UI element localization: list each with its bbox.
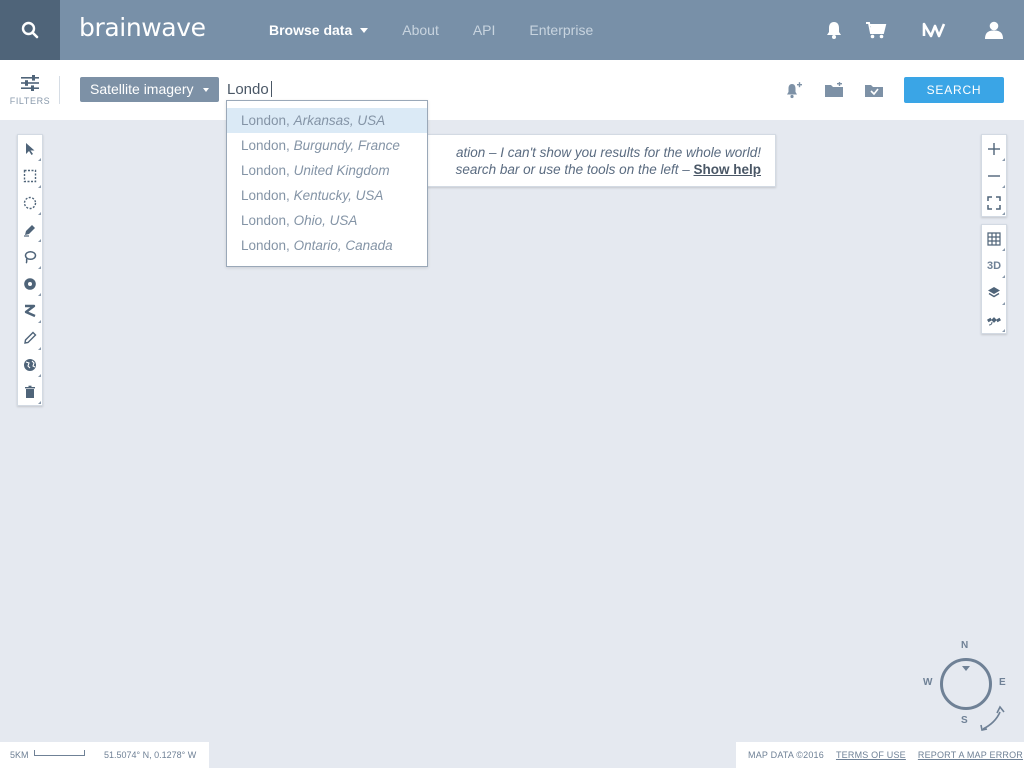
route-icon xyxy=(24,304,36,317)
lasso-icon xyxy=(24,250,37,264)
show-help-link[interactable]: Show help xyxy=(694,162,762,177)
satellite-icon xyxy=(987,316,1001,325)
grid-icon xyxy=(987,231,1001,246)
report-map-error-link[interactable]: REPORT A MAP ERROR xyxy=(918,750,1023,760)
tool-pen[interactable] xyxy=(18,216,42,243)
fullscreen-icon xyxy=(987,195,1001,210)
fullscreen-button[interactable] xyxy=(982,189,1006,216)
add-alert-icon xyxy=(787,82,802,99)
saved-searches-icon xyxy=(865,85,883,97)
autocomplete-option[interactable]: London, Kentucky, USA xyxy=(227,183,427,208)
imagery-type-select[interactable]: Satellite imagery xyxy=(80,77,219,102)
zoom-in-icon xyxy=(988,142,1000,155)
point-radius-icon xyxy=(24,277,36,290)
tool-rectangle-select[interactable] xyxy=(18,162,42,189)
map-legal: MAP DATA ©2016 TERMS OF USE REPORT A MAP… xyxy=(736,742,1024,768)
filters-label: FILTERS xyxy=(9,96,51,106)
cart-button[interactable] xyxy=(856,0,896,60)
tool-point-radius[interactable] xyxy=(18,270,42,297)
top-navigation: brainwave Browse data About API Enterpri… xyxy=(0,0,1024,60)
brand-mark-button[interactable] xyxy=(914,0,954,60)
add-alert-button[interactable] xyxy=(783,80,805,100)
grid-button[interactable] xyxy=(982,225,1006,252)
autocomplete-option[interactable]: London, United Kingdom xyxy=(227,158,427,183)
nav-browse-data[interactable]: Browse data xyxy=(269,22,369,38)
autocomplete-option[interactable]: London, Ohio, USA xyxy=(227,208,427,233)
nav-enterprise[interactable]: Enterprise xyxy=(529,22,593,38)
help-notice: ation – I can't show you results for the… xyxy=(410,134,776,187)
sliders-icon xyxy=(21,75,39,91)
layers-icon xyxy=(988,286,1000,297)
user-icon xyxy=(985,21,1003,39)
autocomplete-option[interactable]: London, Ontario, Canada xyxy=(227,233,427,258)
notice-line-2: search bar or use the tools on the left … xyxy=(455,162,762,177)
circle-select-icon xyxy=(23,196,37,209)
notice-line-1: ation – I can't show you results for the… xyxy=(456,145,761,160)
pen-icon xyxy=(24,224,35,237)
map-data-credit: MAP DATA ©2016 xyxy=(748,750,824,760)
global-search-button[interactable] xyxy=(0,0,60,60)
nav-api[interactable]: API xyxy=(473,22,496,38)
cart-icon xyxy=(866,22,887,39)
brand-mark-icon xyxy=(922,22,946,38)
zoom-in-button[interactable] xyxy=(982,135,1006,162)
rectangle-select-icon xyxy=(23,169,37,182)
text-cursor xyxy=(271,81,272,97)
save-search-icon xyxy=(825,82,843,97)
saved-searches-button[interactable] xyxy=(863,80,885,100)
coordinates-readout: 51.5074° N, 0.1278° W xyxy=(104,750,197,760)
tool-globe[interactable] xyxy=(18,351,42,378)
dropdown-pointer xyxy=(226,100,232,106)
search-button[interactable]: SEARCH xyxy=(904,77,1004,103)
zoom-out-icon xyxy=(988,174,1000,177)
scale-coordinates: 5KM 51.5074° N, 0.1278° W xyxy=(0,742,209,768)
bell-icon xyxy=(827,22,841,39)
nav-about[interactable]: About xyxy=(402,22,439,38)
autocomplete-dropdown: London, Arkansas, USA London, Burgundy, … xyxy=(226,100,428,267)
search-icon xyxy=(21,21,39,39)
globe-icon xyxy=(24,358,36,371)
tool-delete[interactable] xyxy=(18,378,42,405)
filter-bar: FILTERS Satellite imagery Londo SEARCH xyxy=(0,60,1024,120)
scale-bar xyxy=(34,750,85,756)
tool-pointer[interactable] xyxy=(18,135,42,162)
filters-button[interactable]: FILTERS xyxy=(10,75,50,111)
tool-pencil[interactable] xyxy=(18,324,42,351)
autocomplete-option[interactable]: London, Burgundy, France xyxy=(227,133,427,158)
chevron-down-icon xyxy=(360,27,369,33)
zoom-out-button[interactable] xyxy=(982,162,1006,189)
scale-label: 5KM xyxy=(10,750,29,760)
satellite-button[interactable] xyxy=(982,306,1006,333)
tool-circle-select[interactable] xyxy=(18,189,42,216)
user-menu-button[interactable] xyxy=(974,0,1014,60)
trash-icon xyxy=(25,385,35,398)
compass[interactable]: N E S W xyxy=(920,638,1020,738)
map-canvas[interactable] xyxy=(0,120,1024,768)
autocomplete-option[interactable]: London, Arkansas, USA xyxy=(227,108,427,133)
brand-logo[interactable]: brainwave xyxy=(79,10,206,50)
view-toolbar: 3D xyxy=(981,224,1007,334)
notifications-button[interactable] xyxy=(814,0,854,60)
pencil-icon xyxy=(24,331,37,344)
divider xyxy=(59,76,60,104)
layers-button[interactable] xyxy=(982,279,1006,306)
chevron-down-icon xyxy=(203,88,209,92)
main-nav: Browse data About API Enterprise xyxy=(269,0,627,60)
tool-route[interactable] xyxy=(18,297,42,324)
zoom-toolbar xyxy=(981,134,1007,217)
compass-ring-icon xyxy=(940,658,1005,731)
pointer-icon xyxy=(26,142,35,155)
terms-of-use-link[interactable]: TERMS OF USE xyxy=(836,750,906,760)
tool-lasso[interactable] xyxy=(18,243,42,270)
3d-view-button[interactable]: 3D xyxy=(982,252,1006,279)
save-search-button[interactable] xyxy=(823,80,845,100)
drawing-toolbar xyxy=(17,134,43,406)
